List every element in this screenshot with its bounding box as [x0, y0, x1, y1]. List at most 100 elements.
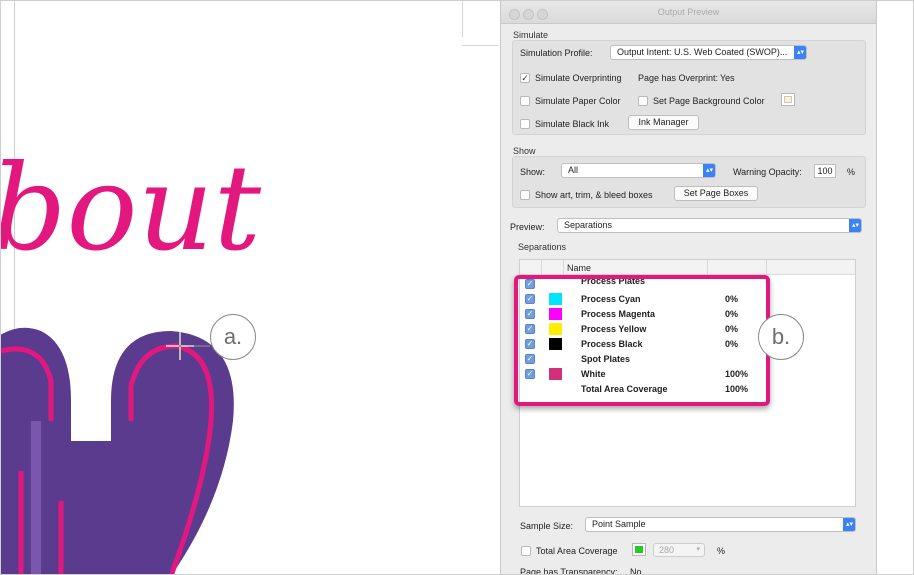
simulate-overprinting-checkbox[interactable]: ✓: [520, 73, 530, 83]
page-transparency-label: Page has Transparency:: [520, 567, 618, 575]
callout-b: b.: [758, 314, 804, 360]
header-divider: [707, 260, 708, 274]
separation-value: 0%: [725, 309, 739, 319]
show-label: Show:: [520, 167, 546, 177]
white-spot-swatch: [549, 368, 562, 380]
separation-row[interactable]: ✓ Spot Plates: [520, 352, 855, 367]
heart-artwork: [1, 327, 234, 574]
show-dropdown[interactable]: All ▴▾: [561, 163, 716, 178]
window-title: Output Preview: [657, 7, 720, 17]
ink-manager-button[interactable]: Ink Manager: [628, 115, 699, 130]
separation-checkbox[interactable]: ✓: [525, 339, 535, 349]
warning-opacity-unit: %: [847, 167, 856, 177]
background-color-fill: [784, 96, 792, 103]
coverage-color-swatch[interactable]: [632, 543, 646, 556]
background-color-swatch[interactable]: [781, 93, 795, 106]
separation-row[interactable]: ✓ Process Black 0%: [520, 337, 855, 352]
header-divider: [766, 260, 767, 274]
set-page-boxes-button[interactable]: Set Page Boxes: [674, 186, 758, 201]
simulate-section-title: Simulate: [513, 30, 549, 40]
chevron-updown-icon: ▴▾: [703, 164, 715, 177]
chevron-updown-icon: ▴▾: [843, 518, 855, 531]
separation-name: Spot Plates: [581, 354, 631, 364]
separation-name: White: [581, 369, 606, 379]
magenta-swatch: [549, 308, 562, 320]
show-group: Show: All ▴▾ Warning Opacity: 100 % Show…: [512, 156, 866, 208]
separations-list-header: Name: [520, 260, 855, 275]
simulate-group: Simulation Profile: Output Intent: U.S. …: [512, 40, 866, 135]
separation-value: 0%: [725, 324, 739, 334]
separation-row[interactable]: ✓ Process Cyan 0%: [520, 292, 855, 307]
screenshot-frame: bout a. Output Preview Simulate Simulati…: [0, 0, 914, 575]
page-background-color-label: Set Page Background Color: [653, 96, 765, 106]
simulate-paper-color-label: Simulate Paper Color: [535, 96, 621, 106]
separation-checkbox[interactable]: ✓: [525, 324, 535, 334]
simulation-profile-label: Simulation Profile:: [520, 48, 593, 58]
cyan-swatch: [549, 293, 562, 305]
warning-opacity-label: Warning Opacity:: [733, 167, 802, 177]
separation-checkbox[interactable]: ✓: [525, 294, 535, 304]
separation-row[interactable]: ✓ Process Plates: [520, 276, 855, 292]
document-artwork: bout: [1, 139, 262, 574]
black-swatch: [549, 338, 562, 350]
simulate-paper-color-checkbox[interactable]: [520, 96, 530, 106]
callout-a: a.: [210, 314, 256, 360]
yellow-swatch: [549, 323, 562, 335]
show-value: All: [568, 165, 579, 175]
chevron-updown-icon: ▴▾: [849, 219, 861, 232]
preview-value: Separations: [564, 220, 613, 230]
show-section-title: Show: [513, 146, 536, 156]
coverage-percent-value: 280: [659, 545, 675, 555]
simulate-overprinting-label: Simulate Overprinting: [535, 73, 622, 83]
show-art-trim-bleed-checkbox[interactable]: [520, 190, 530, 200]
sample-size-value: Point Sample: [592, 519, 646, 529]
separation-value: 0%: [725, 339, 739, 349]
separations-section-title: Separations: [518, 242, 567, 252]
separation-value: 100%: [725, 369, 749, 379]
heart-inner-left: [31, 421, 41, 574]
separation-name: Process Black: [581, 339, 643, 349]
separation-checkbox[interactable]: ✓: [525, 369, 535, 379]
simulation-profile-value: Output Intent: U.S. Web Coated (SWOP)...: [617, 47, 788, 57]
artwork-script-text: bout: [1, 139, 262, 277]
coverage-color-fill: [635, 546, 643, 553]
output-preview-panel: Output Preview Simulate Simulation Profi…: [500, 1, 877, 575]
separation-row: Total Area Coverage 100%: [520, 382, 855, 397]
sample-size-dropdown[interactable]: Point Sample ▴▾: [585, 517, 856, 532]
separation-checkbox[interactable]: ✓: [525, 309, 535, 319]
separation-name: Process Magenta: [581, 309, 656, 319]
separation-name: Process Plates: [581, 276, 646, 286]
separation-value: 100%: [725, 384, 749, 394]
preview-dropdown[interactable]: Separations ▴▾: [557, 218, 862, 233]
separation-checkbox[interactable]: ✓: [525, 279, 535, 289]
separation-row[interactable]: ✓ White 100%: [520, 367, 855, 382]
warning-opacity-input[interactable]: 100: [814, 164, 836, 178]
page-background-color-checkbox[interactable]: [638, 96, 648, 106]
separation-name: Process Yellow: [581, 324, 647, 334]
total-area-coverage-checkbox[interactable]: [521, 546, 531, 556]
page-overprint-label: Page has Overprint:: [638, 73, 719, 83]
separation-checkbox[interactable]: ✓: [525, 354, 535, 364]
separation-name: Process Cyan: [581, 294, 641, 304]
separation-row[interactable]: ✓ Process Magenta 0%: [520, 307, 855, 322]
simulate-black-ink-label: Simulate Black Ink: [535, 119, 610, 129]
chevron-down-icon: ▾: [696, 546, 700, 553]
separation-row[interactable]: ✓ Process Yellow 0%: [520, 322, 855, 337]
chevron-updown-icon: ▴▾: [794, 46, 806, 59]
simulate-black-ink-checkbox[interactable]: [520, 119, 530, 129]
separations-list: Name ✓ Process Plates ✓ Process Cyan 0% …: [519, 259, 856, 507]
preview-label: Preview:: [510, 222, 545, 232]
sample-size-label: Sample Size:: [520, 521, 574, 531]
simulation-profile-dropdown[interactable]: Output Intent: U.S. Web Coated (SWOP)...…: [610, 45, 807, 60]
page-transparency-value: No: [630, 567, 642, 575]
header-divider: [563, 260, 564, 274]
page-overprint-value: Yes: [720, 73, 735, 83]
coverage-percent-combobox[interactable]: 280 ▾: [653, 543, 705, 557]
total-area-coverage-label: Total Area Coverage: [536, 546, 618, 556]
separation-value: 0%: [725, 294, 739, 304]
show-art-trim-bleed-label: Show art, trim, & bleed boxes: [535, 190, 653, 200]
header-divider: [541, 260, 542, 274]
name-column-header[interactable]: Name: [567, 263, 591, 273]
window-titlebar: Output Preview: [501, 1, 876, 24]
coverage-percent-unit: %: [717, 546, 726, 556]
